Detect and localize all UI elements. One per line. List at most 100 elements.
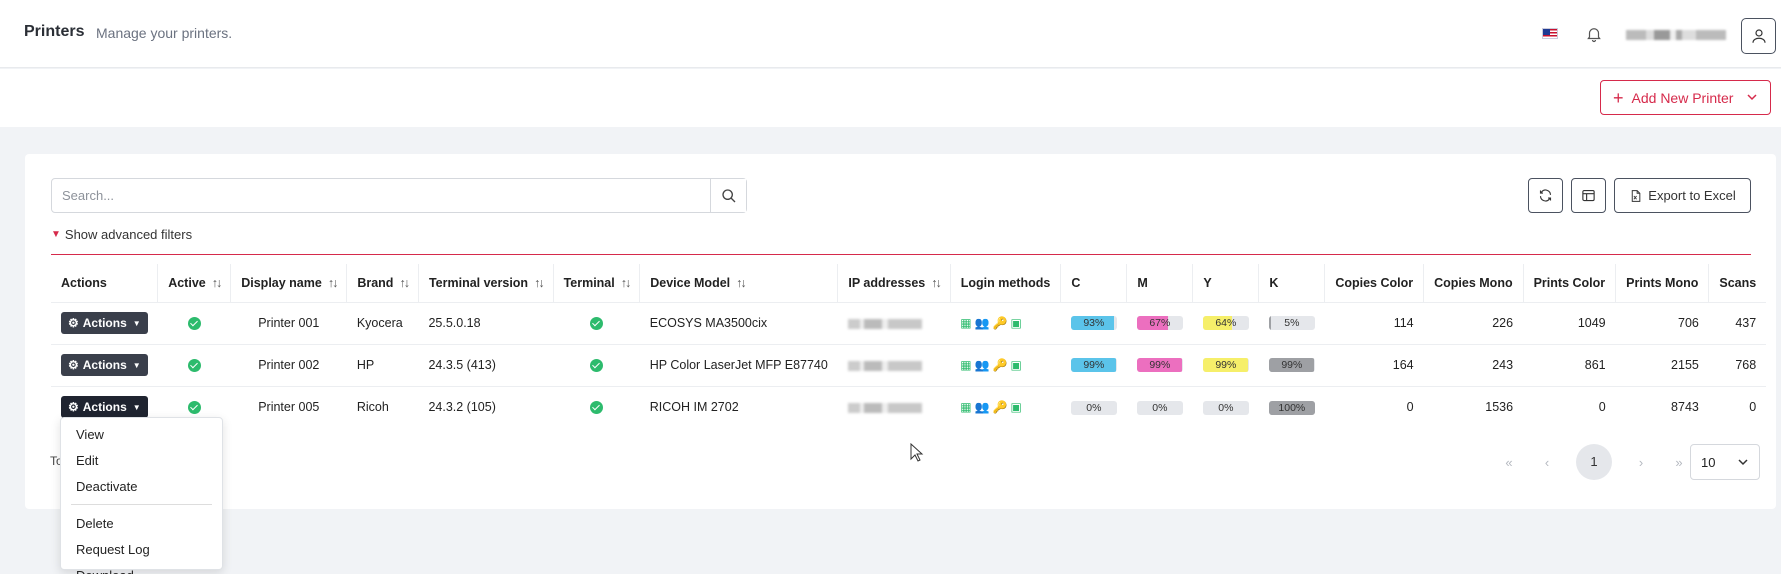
- add-new-printer-button[interactable]: + Add New Printer: [1600, 80, 1771, 115]
- menu-item-request-log-download[interactable]: Request Log Download: [61, 537, 222, 574]
- col-device-model[interactable]: Device Model ↑↓: [639, 264, 839, 302]
- cell-terminal: [553, 343, 640, 386]
- toner-y-label: 99%: [1215, 359, 1237, 372]
- toner-c-label: 0%: [1086, 401, 1102, 414]
- cell-login-methods: ▦ 👥 🔑 ▣: [950, 301, 1061, 344]
- column-layout-button[interactable]: [1571, 178, 1606, 213]
- prev-page-button[interactable]: ‹: [1538, 455, 1556, 470]
- row-actions-button[interactable]: ⚙ Actions ▼: [61, 354, 148, 376]
- col-terminal[interactable]: Terminal ↑↓: [553, 264, 641, 302]
- cell-actions[interactable]: ⚙ Actions ▼: [51, 343, 158, 386]
- page-number-button[interactable]: 1: [1576, 444, 1612, 480]
- menu-item-delete[interactable]: Delete: [61, 511, 222, 537]
- cell-terminal: [553, 385, 640, 428]
- toner-m-bar: 67%: [1136, 316, 1183, 331]
- chevron-down-icon: ▼: [51, 229, 61, 240]
- search-button[interactable]: [710, 179, 746, 212]
- col-copies-color: Copies Color: [1324, 264, 1425, 302]
- qr-code-icon: ▦: [960, 400, 972, 415]
- menu-item-edit[interactable]: Edit: [61, 448, 222, 474]
- cell-toner-k: 100%: [1258, 385, 1325, 428]
- cell-toner-c: 99%: [1060, 343, 1127, 386]
- first-page-button[interactable]: «: [1500, 455, 1518, 470]
- cell-toner-m: 67%: [1126, 301, 1193, 344]
- col-login-methods: Login methods: [950, 264, 1062, 302]
- row-actions-button[interactable]: ⚙ Actions ▼: [61, 312, 148, 334]
- cell-active: [157, 301, 231, 344]
- cell-toner-c: 93%: [1060, 301, 1127, 344]
- actions-label: Actions: [82, 316, 127, 330]
- cell-device-model: RICOH IM 2702: [639, 385, 838, 428]
- cell-login-methods: ▦ 👥 🔑 ▣: [950, 343, 1061, 386]
- page-subtitle: Manage your printers.: [96, 25, 233, 41]
- action-bar: + Add New Printer: [0, 69, 1781, 127]
- cell-prints-color: 1049: [1523, 301, 1616, 344]
- caret-down-icon: ▼: [132, 318, 141, 328]
- active-check-icon: [187, 359, 201, 373]
- active-check-icon: [187, 317, 201, 331]
- toner-y-bar: 0%: [1202, 400, 1249, 415]
- active-check-icon: [187, 401, 201, 415]
- table-row: ⚙ Actions ▼ Printer 001 Kyocera 25.5.0.18 ECOS…: [51, 301, 1767, 344]
- terminal-check-icon: [589, 317, 603, 331]
- cell-prints-mono: 2155: [1615, 343, 1709, 386]
- col-k: K: [1258, 264, 1326, 302]
- next-page-button[interactable]: ›: [1632, 455, 1650, 470]
- col-brand[interactable]: Brand ↑↓: [346, 264, 419, 302]
- cell-toner-k: 99%: [1258, 343, 1325, 386]
- sort-icon: ↑↓: [620, 275, 631, 290]
- cell-actions[interactable]: ⚙ Actions ▼: [51, 301, 158, 344]
- col-display-name[interactable]: Display name ↑↓: [230, 264, 348, 302]
- filter-divider: [51, 254, 1751, 255]
- id-card-icon: ▣: [1010, 400, 1022, 415]
- sort-icon: ↑↓: [327, 275, 338, 290]
- qr-code-icon: ▦: [960, 358, 972, 372]
- menu-item-view[interactable]: View: [61, 422, 222, 448]
- caret-down-icon: ▼: [132, 402, 141, 412]
- printers-table: Actions Active ↑↓ Display name ↑↓ Brand ↑↓ …: [51, 264, 1767, 428]
- sort-icon: ↑↓: [736, 275, 746, 290]
- export-to-excel-button[interactable]: Export to Excel: [1614, 178, 1751, 213]
- cell-device-model: HP Color LaserJet MFP E87740: [639, 343, 838, 386]
- search-input[interactable]: [52, 179, 710, 212]
- username-blurred[interactable]: [1626, 30, 1726, 40]
- ip-address-blurred: [847, 360, 922, 371]
- user-profile-button[interactable]: [1741, 18, 1776, 54]
- col-ip-addresses[interactable]: IP addresses ↑↓: [837, 264, 951, 302]
- actions-dropdown-menu: View Edit Deactivate Delete Request Log …: [60, 417, 223, 574]
- us-flag-icon[interactable]: [1542, 28, 1558, 39]
- cell-prints-mono: 8743: [1615, 385, 1709, 428]
- cell-login-methods: ▦ 👥 🔑 ▣: [950, 385, 1061, 428]
- col-prints-mono: Prints Mono: [1615, 264, 1710, 302]
- cell-copies-color: 0: [1324, 385, 1424, 428]
- cell-toner-k: 5%: [1258, 301, 1325, 344]
- cell-toner-m: 0%: [1126, 385, 1193, 428]
- col-active[interactable]: Active ↑↓: [157, 264, 232, 302]
- col-terminal-version[interactable]: Terminal version ↑↓: [418, 264, 554, 302]
- sort-icon: ↑↓: [399, 275, 409, 290]
- toner-y-label: 0%: [1218, 401, 1234, 414]
- key-icon: 🔑: [992, 400, 1008, 415]
- refresh-button[interactable]: [1528, 178, 1563, 213]
- actions-label: Actions: [82, 358, 127, 372]
- toner-y-label: 64%: [1215, 317, 1237, 330]
- cell-scans: 0: [1708, 385, 1767, 428]
- toner-m-label: 67%: [1149, 317, 1171, 330]
- row-actions-button[interactable]: ⚙ Actions ▼: [61, 396, 148, 419]
- page-size-select[interactable]: 10: [1690, 444, 1760, 480]
- toner-m-label: 0%: [1152, 401, 1168, 414]
- gear-icon: ⚙: [68, 316, 79, 330]
- cell-ip-addresses: [837, 301, 951, 344]
- cell-display-name: Printer 005: [230, 385, 347, 428]
- cell-toner-y: 64%: [1192, 301, 1259, 344]
- show-advanced-filters[interactable]: ▼ Show advanced filters: [51, 227, 192, 242]
- toner-c-bar: 99%: [1070, 358, 1117, 373]
- last-page-button[interactable]: »: [1670, 455, 1688, 470]
- col-m: M: [1126, 264, 1194, 302]
- menu-item-deactivate[interactable]: Deactivate: [61, 474, 222, 500]
- cell-toner-y: 0%: [1192, 385, 1259, 428]
- bell-icon[interactable]: [1585, 25, 1603, 43]
- menu-divider: [71, 504, 212, 505]
- search-icon: [721, 188, 735, 202]
- cell-terminal-version: 24.3.2 (105): [418, 385, 554, 428]
